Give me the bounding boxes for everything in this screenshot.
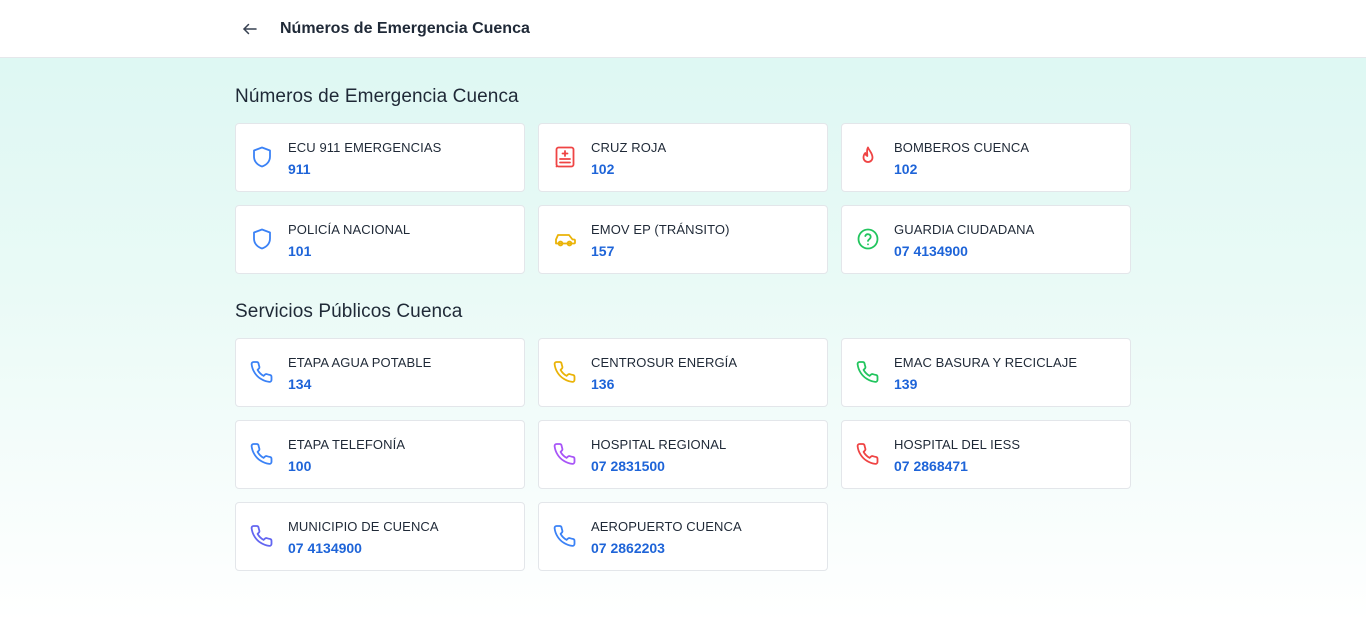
- contact-name: POLICÍA NACIONAL: [288, 222, 411, 237]
- contact-card-policia-nacional[interactable]: POLICÍA NACIONAL 101: [235, 205, 525, 274]
- contact-name: GUARDIA CIUDADANA: [894, 222, 1035, 237]
- phone-icon: [250, 442, 274, 466]
- contact-card-etapa-telefonia[interactable]: ETAPA TELEFONÍA 100: [235, 420, 525, 489]
- contact-number[interactable]: 136: [591, 376, 614, 392]
- shield-icon: [250, 145, 274, 169]
- contact-number[interactable]: 102: [894, 161, 917, 177]
- contact-number[interactable]: 101: [288, 243, 311, 259]
- phone-icon: [553, 442, 577, 466]
- contact-card-hospital-regional[interactable]: HOSPITAL REGIONAL 07 2831500: [538, 420, 828, 489]
- contact-number[interactable]: 07 4134900: [894, 243, 968, 259]
- emergency-grid: ECU 911 EMERGENCIAS 911 CRUZ ROJA 102 BOMBER…: [235, 123, 1131, 274]
- contact-card-cruz-roja[interactable]: CRUZ ROJA 102: [538, 123, 828, 192]
- contact-card-centrosur-energia[interactable]: CENTROSUR ENERGÍA 136: [538, 338, 828, 407]
- phone-icon: [856, 360, 880, 384]
- contact-name: ECU 911 EMERGENCIAS: [288, 140, 442, 155]
- phone-icon: [856, 442, 880, 466]
- contact-card-bomberos-cuenca[interactable]: BOMBEROS CUENCA 102: [841, 123, 1131, 192]
- phone-icon: [250, 360, 274, 384]
- section-title-emergency: Números de Emergencia Cuenca: [235, 86, 519, 107]
- help-circle-icon: [856, 227, 880, 251]
- phone-icon: [250, 524, 274, 548]
- contact-number[interactable]: 911: [288, 161, 311, 177]
- contact-name: HOSPITAL REGIONAL: [591, 437, 727, 452]
- contact-card-emac-basura-y-reciclaje[interactable]: EMAC BASURA Y RECICLAJE 139: [841, 338, 1131, 407]
- contact-card-guardia-ciudadana[interactable]: GUARDIA CIUDADANA 07 4134900: [841, 205, 1131, 274]
- contact-number[interactable]: 102: [591, 161, 614, 177]
- contact-number[interactable]: 07 2868471: [894, 458, 968, 474]
- contact-name: CENTROSUR ENERGÍA: [591, 355, 738, 370]
- contact-name: AEROPUERTO CUENCA: [591, 519, 742, 534]
- arrow-left-icon: [243, 23, 257, 35]
- contact-name: CRUZ ROJA: [591, 140, 667, 155]
- contact-card-emov-ep-transito[interactable]: EMOV EP (TRÁNSITO) 157: [538, 205, 828, 274]
- top-app-bar: Números de Emergencia Cuenca: [0, 0, 1366, 58]
- phone-icon: [553, 524, 577, 548]
- flame-icon: [856, 145, 880, 169]
- contact-name: HOSPITAL DEL IESS: [894, 437, 1021, 452]
- contact-number[interactable]: 100: [288, 458, 311, 474]
- back-button[interactable]: [238, 17, 262, 41]
- contact-card-ecu-911-emergencias[interactable]: ECU 911 EMERGENCIAS 911: [235, 123, 525, 192]
- contact-number[interactable]: 07 2831500: [591, 458, 665, 474]
- contact-name: ETAPA TELEFONÍA: [288, 437, 406, 452]
- contact-card-aeropuerto-cuenca[interactable]: AEROPUERTO CUENCA 07 2862203: [538, 502, 828, 571]
- section-title-public-services: Servicios Públicos Cuenca: [235, 301, 463, 322]
- contact-number[interactable]: 07 4134900: [288, 540, 362, 556]
- contact-number[interactable]: 134: [288, 376, 311, 392]
- contact-name: EMAC BASURA Y RECICLAJE: [894, 355, 1078, 370]
- contact-card-etapa-agua-potable[interactable]: ETAPA AGUA POTABLE 134: [235, 338, 525, 407]
- contact-card-hospital-del-iess[interactable]: HOSPITAL DEL IESS 07 2868471: [841, 420, 1131, 489]
- contact-number[interactable]: 139: [894, 376, 917, 392]
- contact-number[interactable]: 07 2862203: [591, 540, 665, 556]
- contact-name: EMOV EP (TRÁNSITO): [591, 222, 730, 237]
- contact-number[interactable]: 157: [591, 243, 614, 259]
- hospital-icon: [553, 145, 577, 169]
- contact-name: BOMBEROS CUENCA: [894, 140, 1030, 155]
- contact-name: ETAPA AGUA POTABLE: [288, 355, 432, 370]
- phone-icon: [553, 360, 577, 384]
- public-services-grid: ETAPA AGUA POTABLE 134 CENTROSUR ENERGÍA 13…: [235, 338, 1131, 571]
- page-title: Números de Emergencia Cuenca: [280, 20, 530, 37]
- shield-icon: [250, 227, 274, 251]
- car-icon: [553, 227, 577, 251]
- contact-name: MUNICIPIO DE CUENCA: [288, 519, 439, 534]
- contact-card-municipio-de-cuenca[interactable]: MUNICIPIO DE CUENCA 07 4134900: [235, 502, 525, 571]
